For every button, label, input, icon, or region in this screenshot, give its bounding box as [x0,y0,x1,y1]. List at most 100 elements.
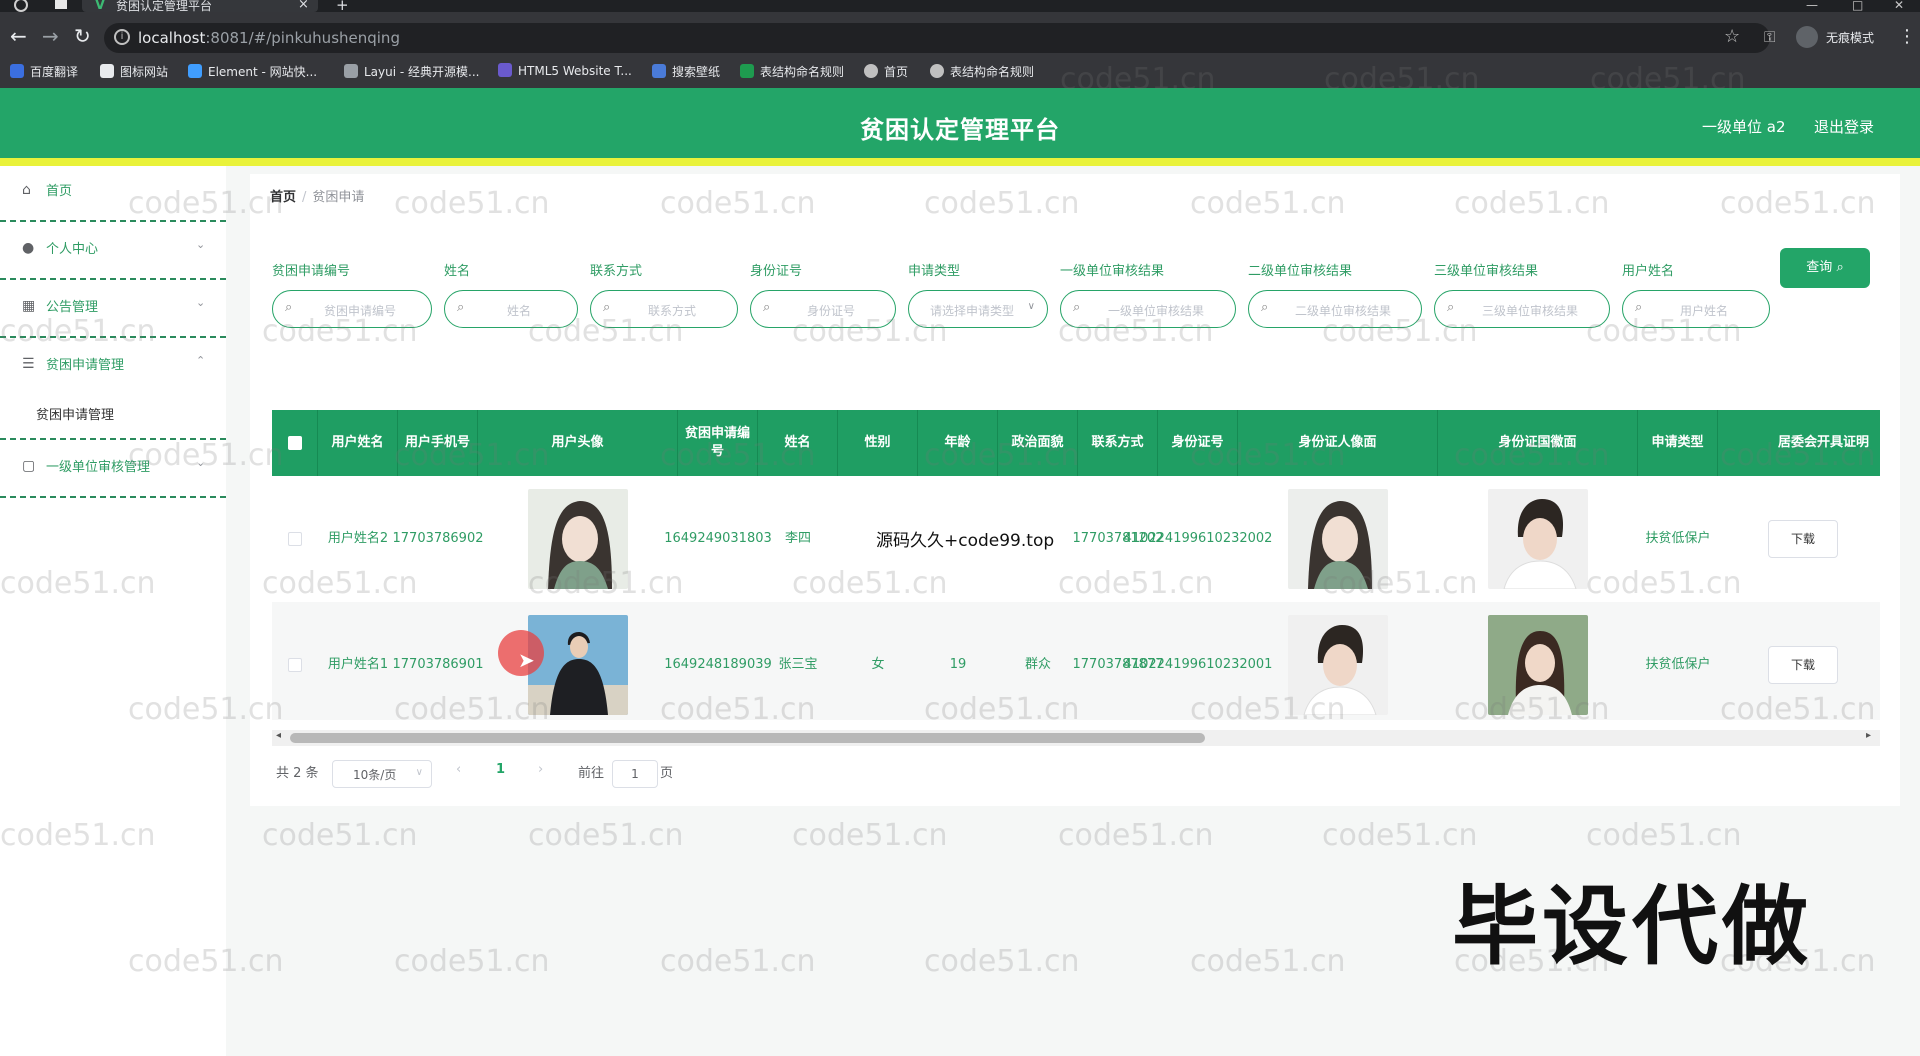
filter-label-level3-result: 三级单位审核结果 [1434,264,1539,279]
filter-label-level2-result: 二级单位审核结果 [1248,264,1353,279]
watermark-text: code51.cn [1058,818,1214,853]
bookmark-item[interactable]: 搜索壁纸 [652,63,720,80]
bookmark-item[interactable]: 图标网站 [100,63,168,80]
element-icon [188,64,202,78]
incognito-icon[interactable] [1796,26,1818,48]
page-size-select[interactable]: 10条/页 ∨ [332,760,432,788]
prev-page-button[interactable]: ‹ [456,762,461,777]
cell-gender: 女 [871,657,885,672]
bookmark-item[interactable]: 首页 [864,63,908,80]
watermark-text: code51.cn [1720,438,1876,473]
query-button[interactable]: 查询 ⌕ [1780,248,1870,288]
watermark-text: code51.cn [394,944,550,979]
bookmark-star-icon[interactable]: ☆ [1724,26,1740,47]
watermark-text: code51.cn [924,944,1080,979]
scroll-right-icon[interactable]: ▸ [1866,730,1871,741]
row-checkbox[interactable] [288,532,302,546]
column-header[interactable]: 用户姓名 [318,410,398,476]
search-icon: ⌕ [1447,300,1455,315]
watermark-text: code51.cn [1322,314,1478,349]
browser-logo-icon [14,0,28,12]
watermark-text: code51.cn [1190,944,1346,979]
watermark-text: code51.cn [660,944,816,979]
forward-icon[interactable]: → [42,24,59,48]
id-back-photo[interactable] [1488,489,1588,589]
watermark-text: code51.cn [528,566,684,601]
watermark-text: code51.cn [792,818,948,853]
incognito-label[interactable]: 无痕模式 [1826,29,1874,46]
watermark-text: code51.cn [792,314,948,349]
chevron-down-icon: ∨ [415,767,423,778]
close-window-icon[interactable]: ✕ [1894,0,1904,12]
search-icon: ⌕ [1261,300,1269,315]
bookmark-item[interactable]: 表结构命名规则 [740,63,844,80]
search-icon: ⌕ [603,300,611,315]
search-icon: ⌕ [1836,260,1844,275]
watermark-text: code51.cn [128,186,284,221]
download-button[interactable]: 下载 [1768,520,1838,558]
bookmark-item[interactable]: Element - 网站快... [188,63,317,80]
wallpaper-icon [652,64,666,78]
filter-label-id-no: 身份证号 [750,264,803,279]
goto-label: 前往 [578,766,605,781]
goto-page-input[interactable]: 1 [612,760,658,788]
filter-label-contact: 联系方式 [590,264,643,279]
site-info-icon[interactable]: i [114,29,130,45]
page-number[interactable]: 1 [496,762,505,777]
sidebar-item-label: 公告管理 [46,300,99,315]
url-text[interactable]: localhost:8081/#/pinkuhushenqing [138,29,400,47]
scroll-left-icon[interactable]: ◂ [276,730,281,741]
pagination-total: 共 2 条 [276,766,319,781]
cell-action: 下载 [1718,476,1880,602]
watermark-text: code51.cn [924,186,1080,221]
query-button-label: 查询 [1806,260,1833,275]
row-checkbox[interactable] [288,658,302,672]
search-icon: ⌕ [1073,300,1081,315]
bookmark-item[interactable]: 百度翻译 [10,63,78,80]
watermark-text: code51.cn [1190,186,1346,221]
watermark-text: code51.cn [792,566,948,601]
back-icon[interactable]: ← [10,24,27,48]
sidebar-subitem-poverty-apply[interactable]: 贫困申请管理 [36,404,114,423]
user-icon: ● [22,240,35,256]
select-all-checkbox[interactable] [287,436,302,450]
reload-icon[interactable]: ↻ [74,24,91,48]
watermark-text: code51.cn [1720,186,1876,221]
search-icon: ⌕ [1635,300,1643,315]
watermark-text: code51.cn [1586,314,1742,349]
watermark-text: code51.cn [660,438,816,473]
bookmark-item[interactable]: Layui - 经典开源模... [344,63,479,80]
filter-label-user-name: 用户姓名 [1622,264,1675,279]
tab-close-button[interactable]: × [298,0,309,12]
password-key-icon[interactable]: ⚿ [1764,28,1775,46]
current-user: 一级单位 a2 [1702,118,1786,136]
logout-button[interactable]: 退出登录 [1814,116,1874,137]
minimize-icon[interactable]: — [1806,0,1818,12]
breadcrumb-separator: / [302,190,307,205]
next-page-button[interactable]: › [538,762,543,777]
sidebar-item-label: 首页 [46,184,73,199]
watermark-text: code51.cn [394,186,550,221]
scrollbar-thumb[interactable] [290,733,1205,743]
bookmark-item[interactable]: 表结构命名规则 [930,63,1034,80]
sidebar-item-poverty-apply[interactable]: ☰ 贫困申请管理 ⌃ [0,340,226,440]
download-button[interactable]: 下载 [1768,646,1838,684]
maximize-icon[interactable]: □ [1852,0,1863,12]
bookmark-item[interactable]: HTML5 Website T... [498,63,632,78]
watermark-text: code51.cn [660,186,816,221]
cell-apply-type: 扶贫低保户 [1645,657,1711,672]
column-header[interactable]: 联系方式 [1078,410,1158,476]
grid-icon: ▦ [22,298,36,314]
page-size-value: 10条/页 [353,768,397,782]
watermark-text: code51.cn [1190,692,1346,727]
layui-icon [344,64,358,78]
browser-menu-icon[interactable]: ⋮ [1898,26,1916,47]
column-header[interactable]: 申请类型 [1638,410,1718,476]
watermark-text: code51.cn [1324,62,1480,97]
search-icon: ⌕ [285,300,293,315]
watermark-text: code51.cn [924,692,1080,727]
column-header[interactable]: 性别 [838,410,918,476]
app-title: 贫困认定管理平台 [860,116,1060,144]
overlay-center-text: 源码久久+code99.top [876,531,1055,551]
sidebar-item-profile[interactable]: ● 个人中心 ⌄ [0,224,226,280]
